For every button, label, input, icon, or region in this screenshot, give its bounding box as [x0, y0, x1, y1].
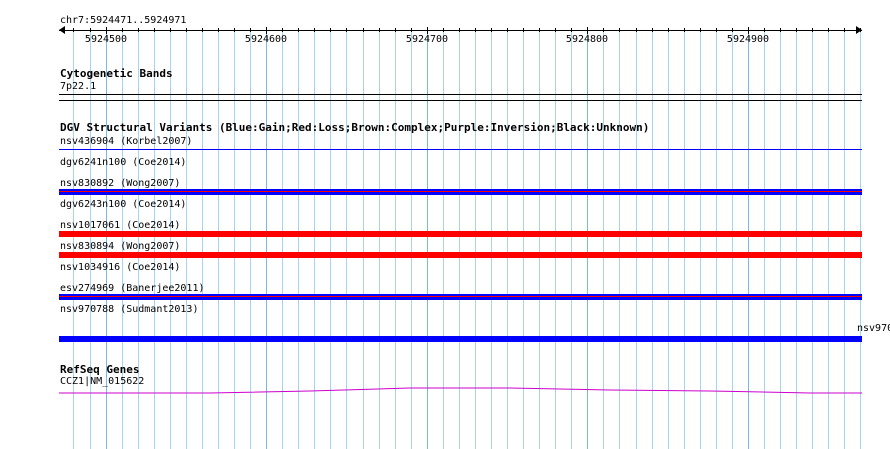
- cytoband-line-bottom: [59, 100, 862, 101]
- cytoband-label[interactable]: 7p22.1: [60, 81, 96, 93]
- dgv-variant-label[interactable]: nsv1034916 (Coe2014): [60, 262, 180, 274]
- cytoband-track-title[interactable]: Cytogenetic Bands: [60, 68, 173, 80]
- dgv-overflow-mark[interactable]: [857, 336, 862, 342]
- dgv-variant-label[interactable]: nsv436904 (Korbel2007): [60, 136, 192, 148]
- refseq-gene-model[interactable]: [0, 384, 890, 396]
- dgv-variant-label[interactable]: nsv970788 (Sudmant2013): [60, 304, 198, 316]
- dgv-variant-feature[interactable]: [59, 336, 862, 342]
- dgv-variant-feature[interactable]: [59, 296, 862, 297]
- dgv-variant-label[interactable]: esv274969 (Banerjee2011): [60, 283, 205, 295]
- dgv-variant-label[interactable]: nsv1017061 (Coe2014): [60, 220, 180, 232]
- ruler-tick-label: 5924800: [565, 34, 609, 45]
- dgv-variant-feature[interactable]: [59, 254, 862, 255]
- dgv-track-title[interactable]: DGV Structural Variants (Blue:Gain;Red:L…: [60, 122, 649, 134]
- dgv-variant-feature[interactable]: [59, 149, 862, 150]
- ruler-tick-label: 5924600: [244, 34, 288, 45]
- dgv-variant-label[interactable]: dgv6243n100 (Coe2014): [60, 199, 186, 211]
- ruler-tick-label: 5924500: [84, 34, 128, 45]
- ruler-coordinates: chr7:5924471..5924971: [60, 15, 187, 26]
- dgv-overflow-label[interactable]: nsv970: [857, 323, 890, 335]
- refseq-track-title[interactable]: RefSeq Genes: [60, 364, 139, 376]
- ruler-tick-label: 5924900: [726, 34, 770, 45]
- refseq-gene-line: [59, 387, 862, 394]
- dgv-variant-feature[interactable]: [59, 191, 862, 192]
- dgv-variant-label[interactable]: nsv830892 (Wong2007): [60, 178, 180, 190]
- cytoband-line-top: [59, 94, 862, 95]
- ruler-tick-label: 5924700: [405, 34, 449, 45]
- dgv-variant-label[interactable]: dgv6241n100 (Coe2014): [60, 157, 186, 169]
- dgv-variant-label[interactable]: nsv830894 (Wong2007): [60, 241, 180, 253]
